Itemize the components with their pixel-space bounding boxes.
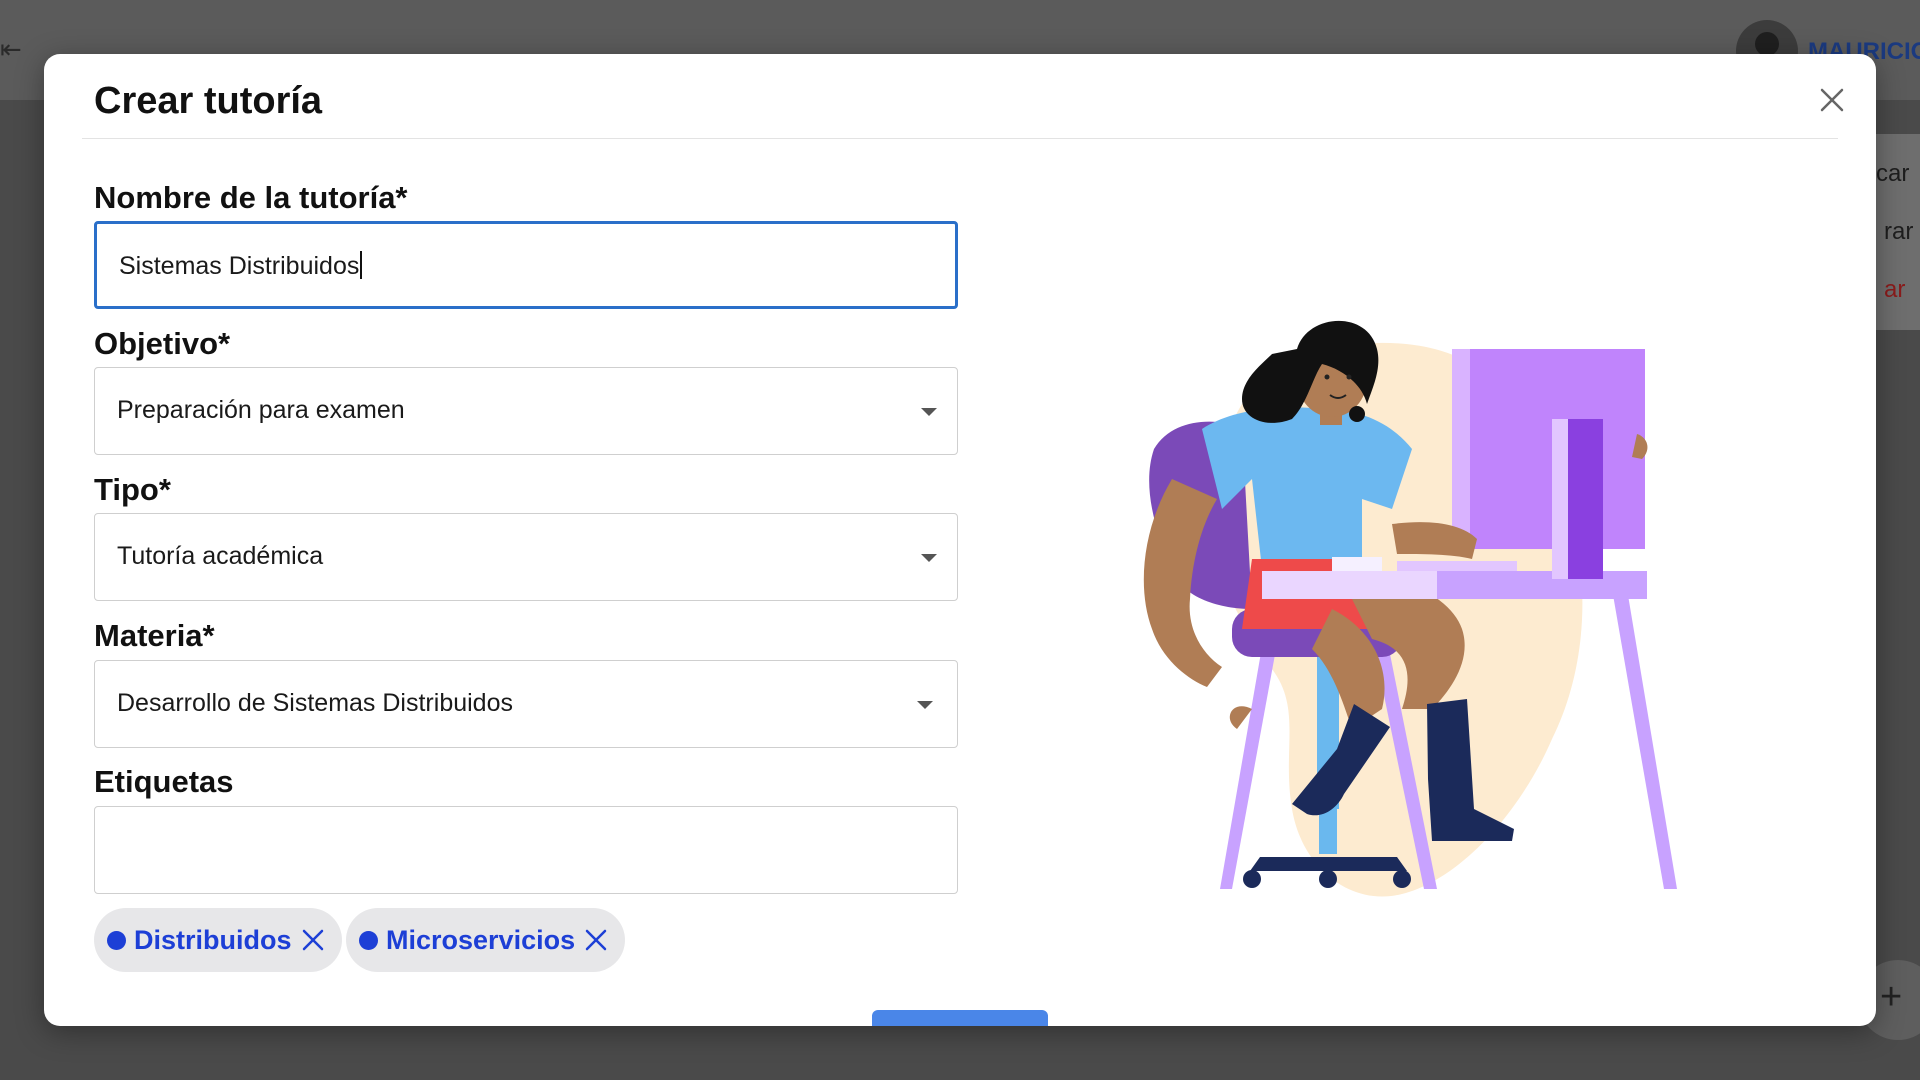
header-divider [82,138,1838,139]
name-input-value: Sistemas Distribuidos [119,224,363,309]
subject-select[interactable]: Desarrollo de Sistemas Distribuidos [94,660,958,748]
objective-label: Objetivo* [94,326,231,361]
collapse-icon[interactable]: ⇤ [0,35,22,65]
subject-select-value: Desarrollo de Sistemas Distribuidos [117,689,513,717]
dropdown-arrow-icon [921,554,937,562]
tag-chip[interactable]: Distribuidos [94,908,342,972]
tag-dot-icon [107,930,126,950]
type-select-value: Tutoría académica [117,542,324,570]
text-caret [360,251,363,280]
name-label: Nombre de la tutoría* [94,180,408,215]
type-select[interactable]: Tutoría académica [94,513,958,601]
menu-item-3[interactable]: ar [1884,276,1905,304]
name-input[interactable]: Sistemas Distribuidos [94,221,958,309]
remove-tag-icon[interactable] [583,927,609,953]
person-at-desk-illustration [1143,320,1677,897]
menu-item-2[interactable]: rar [1884,218,1913,246]
tags-input[interactable] [94,806,958,894]
tag-chip-label: Microservicios [386,924,576,955]
dropdown-arrow-icon [917,701,933,709]
tag-chip-label: Distribuidos [134,924,292,955]
dropdown-arrow-icon [921,408,937,416]
tag-chip[interactable]: Microservicios [346,908,626,972]
objective-select[interactable]: Preparación para examen [94,367,958,455]
close-button[interactable] [1812,80,1852,120]
objective-select-value: Preparación para examen [117,396,405,424]
modal-title: Crear tutoría [94,80,323,122]
tags-label: Etiquetas [94,764,234,799]
create-tutoring-modal: Crear tutoría Nombre de la tutoría* Sist… [44,54,1876,1026]
tag-dot-icon [359,930,378,950]
type-label: Tipo* [94,472,171,507]
subject-label: Materia* [94,618,215,653]
submit-button[interactable] [872,1010,1048,1026]
close-icon [1820,88,1844,112]
remove-tag-icon[interactable] [300,927,326,953]
menu-item-1[interactable]: car [1876,160,1909,188]
